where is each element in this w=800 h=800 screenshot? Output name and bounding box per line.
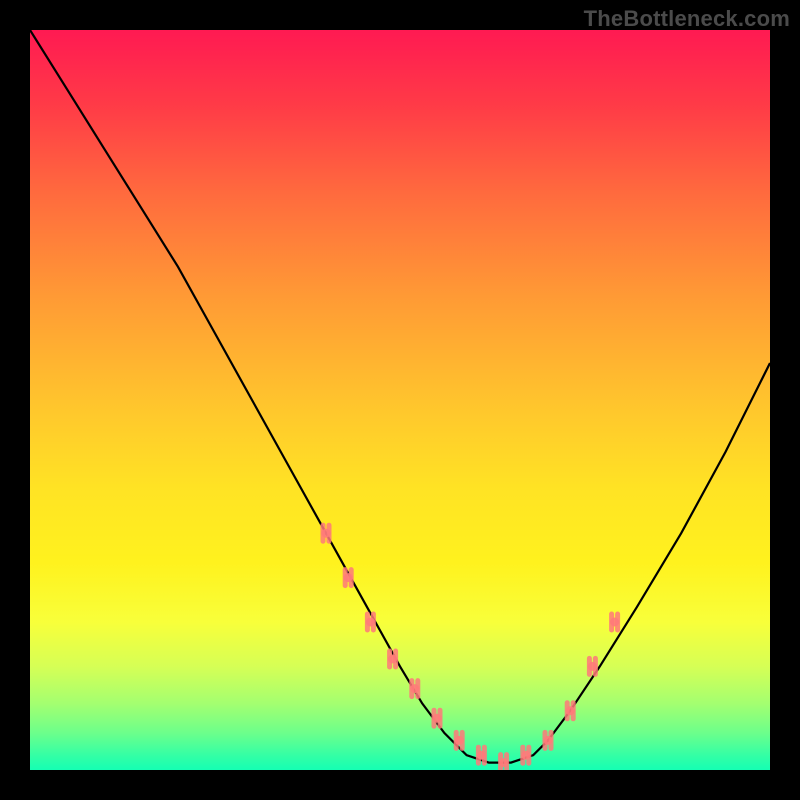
chart-svg [30,30,770,770]
dot-band-dot [410,684,419,693]
bottleneck-curve-path [30,30,770,763]
dot-band-dot [388,655,397,664]
chart-plot-area [30,30,770,770]
dot-band-dot [344,573,353,582]
dot-band-dot [566,706,575,715]
dot-band-dot [610,618,619,627]
dot-band-dot [433,714,442,723]
dot-band-dot [477,751,486,760]
dot-band-dot [322,529,331,538]
dot-band-dot [455,736,464,745]
dot-band-group [322,525,620,770]
watermark-text: TheBottleneck.com [584,6,790,32]
dot-band-dot [544,736,553,745]
dot-band-dot [521,751,530,760]
chart-outer-frame: TheBottleneck.com [0,0,800,800]
dot-band-dot [499,758,508,767]
curve-line [30,30,770,763]
dot-band-dot [366,618,375,627]
dot-band-dot [588,662,597,671]
